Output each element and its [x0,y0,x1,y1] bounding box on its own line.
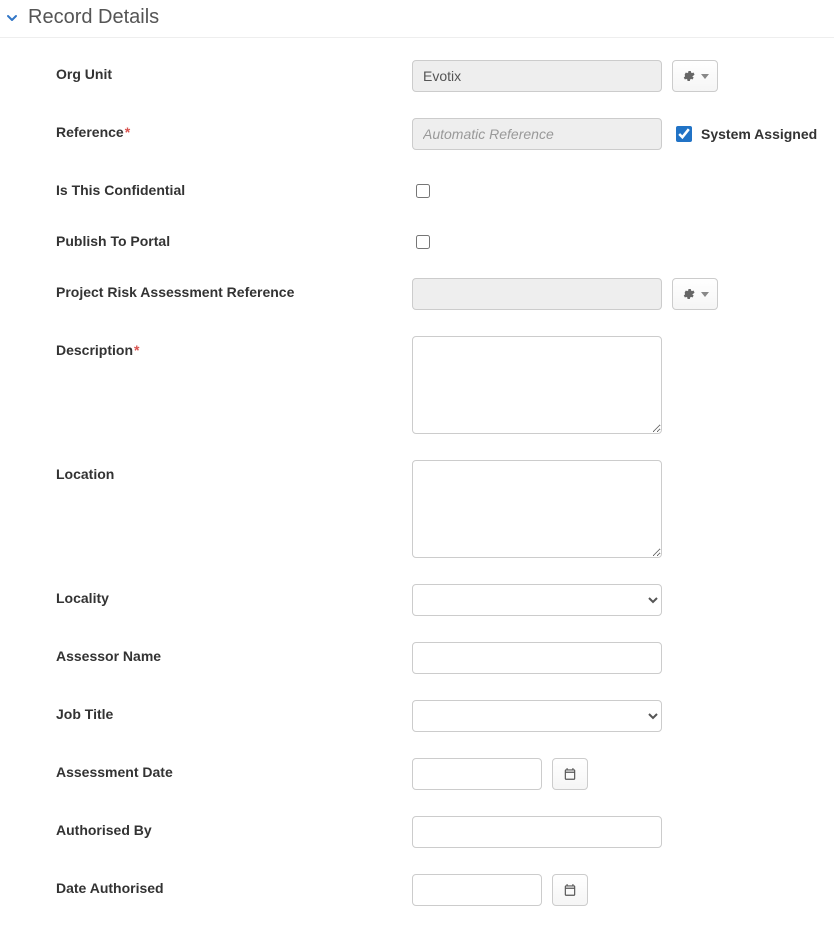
label-publish-portal: Publish To Portal [56,227,412,249]
authorised-by-field[interactable] [412,816,662,848]
project-risk-ref-settings-button[interactable] [672,278,718,310]
row-description: Description* [0,336,834,434]
row-publish-portal: Publish To Portal [0,227,834,252]
row-org-unit: Org Unit [0,60,834,92]
label-assessment-date: Assessment Date [56,758,412,780]
confidential-checkbox[interactable] [416,184,430,198]
date-authorised-field[interactable] [412,874,542,906]
label-date-authorised: Date Authorised [56,874,412,896]
label-authorised-by: Authorised By [56,816,412,838]
assessment-date-picker-button[interactable] [552,758,588,790]
gear-icon [681,287,695,301]
label-confidential: Is This Confidential [56,176,412,198]
label-org-unit: Org Unit [56,60,412,82]
description-textarea[interactable] [412,336,662,434]
required-asterisk: * [125,124,130,140]
assessment-date-field[interactable] [412,758,542,790]
system-assigned-toggle[interactable]: System Assigned [672,123,817,145]
panel-header[interactable]: Record Details [0,0,834,38]
project-risk-ref-field[interactable] [412,278,662,310]
assessor-name-field[interactable] [412,642,662,674]
panel-title: Record Details [28,6,159,29]
date-authorised-picker-button[interactable] [552,874,588,906]
row-confidential: Is This Confidential [0,176,834,201]
row-location: Location [0,460,834,558]
reference-field[interactable] [412,118,662,150]
required-asterisk: * [134,342,139,358]
label-project-risk-ref: Project Risk Assessment Reference [56,278,412,300]
system-assigned-checkbox[interactable] [676,126,692,142]
job-title-select[interactable] [412,700,662,732]
label-job-title: Job Title [56,700,412,722]
row-assessment-date: Assessment Date [0,758,834,790]
gear-icon [681,69,695,83]
caret-down-icon [701,292,709,297]
location-textarea[interactable] [412,460,662,558]
label-assessor-name: Assessor Name [56,642,412,664]
label-locality: Locality [56,584,412,606]
row-reference: Reference* System Assigned [0,118,834,150]
record-details-panel: Record Details Org Unit Reference* Syste… [0,0,834,906]
row-assessor-name: Assessor Name [0,642,834,674]
row-job-title: Job Title [0,700,834,732]
org-unit-field[interactable] [412,60,662,92]
calendar-icon [563,883,577,897]
calendar-icon [563,767,577,781]
org-unit-settings-button[interactable] [672,60,718,92]
locality-select[interactable] [412,584,662,616]
caret-down-icon [701,74,709,79]
row-date-authorised: Date Authorised [0,874,834,906]
row-project-risk-ref: Project Risk Assessment Reference [0,278,834,310]
chevron-down-icon [4,10,20,26]
row-authorised-by: Authorised By [0,816,834,848]
system-assigned-label: System Assigned [701,126,817,142]
row-locality: Locality [0,584,834,616]
label-description: Description* [56,336,412,358]
publish-portal-checkbox[interactable] [416,235,430,249]
label-location: Location [56,460,412,482]
label-reference: Reference* [56,118,412,140]
